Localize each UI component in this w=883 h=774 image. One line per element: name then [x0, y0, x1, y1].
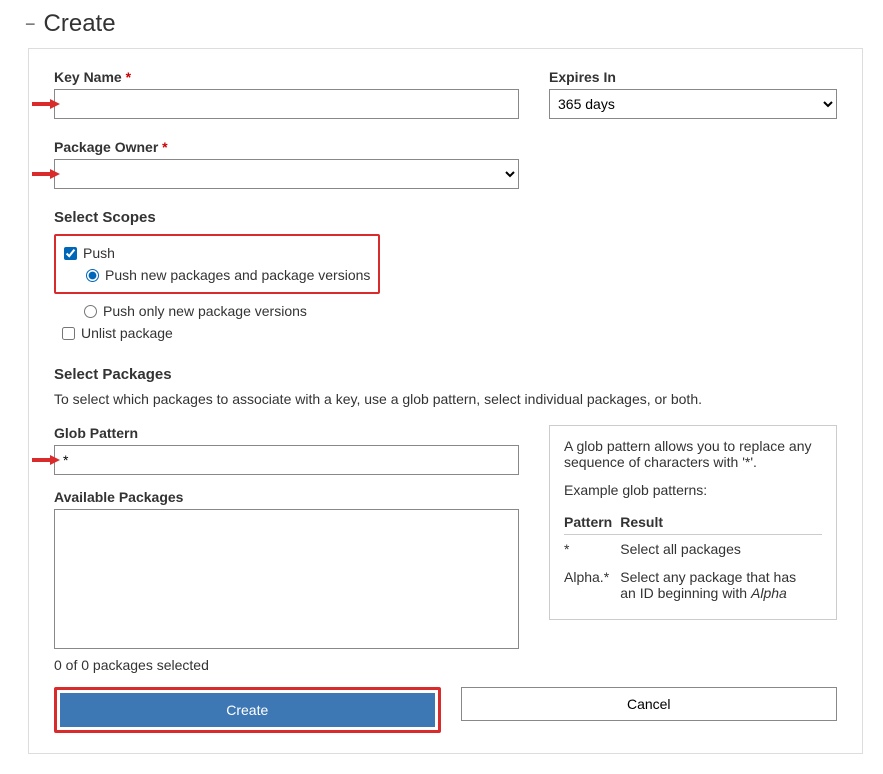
unlist-checkbox[interactable] — [62, 327, 75, 340]
glob-pattern-table: Pattern Result * Select all packages Alp… — [564, 510, 822, 607]
available-packages-list[interactable] — [54, 509, 519, 649]
select-scopes-heading: Select Scopes — [54, 209, 837, 226]
pattern-col-header: Pattern — [564, 510, 620, 535]
key-name-label: Key Name * — [54, 69, 519, 85]
table-row: * Select all packages — [564, 535, 822, 564]
push-new-radio[interactable] — [86, 269, 99, 282]
push-only-label: Push only new package versions — [103, 303, 307, 319]
push-new-label: Push new packages and package versions — [105, 267, 370, 283]
collapse-icon[interactable]: − — [25, 15, 36, 33]
result-col-header: Result — [620, 510, 822, 535]
page-title: Create — [44, 10, 116, 38]
push-label: Push — [83, 245, 115, 261]
create-button[interactable]: Create — [60, 693, 435, 727]
create-form-panel: Key Name * Expires In 365 days Package O… — [28, 48, 863, 754]
cancel-button[interactable]: Cancel — [461, 687, 838, 721]
glob-help-examples-label: Example glob patterns: — [564, 482, 822, 498]
package-owner-select[interactable] — [54, 159, 519, 189]
available-packages-label: Available Packages — [54, 489, 519, 505]
package-owner-label: Package Owner * — [54, 139, 519, 155]
expires-in-label: Expires In — [549, 69, 837, 85]
push-only-radio[interactable] — [84, 305, 97, 318]
select-packages-desc: To select which packages to associate wi… — [54, 391, 837, 407]
glob-help-panel: A glob pattern allows you to replace any… — [549, 425, 837, 620]
push-checkbox[interactable] — [64, 247, 77, 260]
annotation-highlight-box: Create — [54, 687, 441, 733]
expires-in-select[interactable]: 365 days — [549, 89, 837, 119]
select-packages-heading: Select Packages — [54, 366, 837, 383]
glob-help-intro: A glob pattern allows you to replace any… — [564, 438, 822, 470]
glob-pattern-input[interactable] — [54, 445, 519, 475]
annotation-highlight-box: Push Push new packages and package versi… — [54, 234, 380, 294]
key-name-input[interactable] — [54, 89, 519, 119]
table-row: Alpha.* Select any package that has an I… — [564, 563, 822, 607]
glob-pattern-label: Glob Pattern — [54, 425, 519, 441]
unlist-label: Unlist package — [81, 325, 173, 341]
required-indicator: * — [126, 69, 131, 85]
packages-selected-status: 0 of 0 packages selected — [54, 657, 837, 673]
required-indicator: * — [162, 139, 167, 155]
